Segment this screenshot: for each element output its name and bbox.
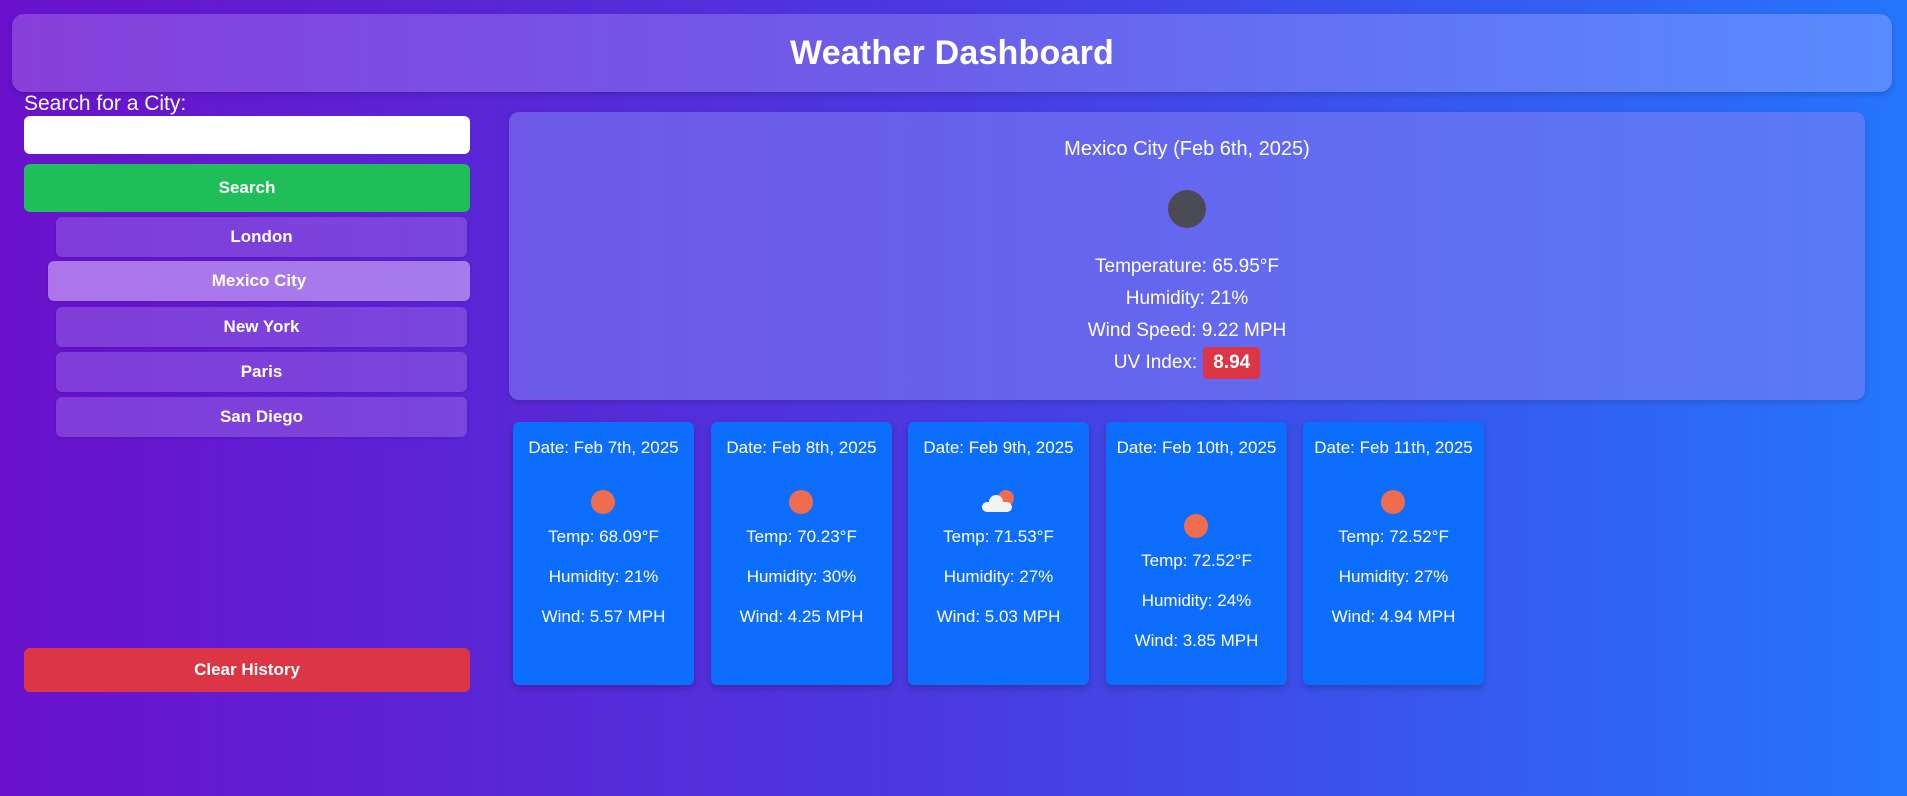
current-wind: Wind Speed: 9.22 MPH xyxy=(1087,320,1287,341)
forecast-humidity: Humidity: 24% xyxy=(1141,591,1252,610)
forecast-wind: Wind: 5.57 MPH xyxy=(541,607,666,626)
forecast-card: Date: Feb 7th, 2025 Temp: 68.09°F Humidi… xyxy=(513,422,694,685)
sidebar: Search for a City: Search London Mexico … xyxy=(24,92,470,692)
weather-icon xyxy=(1168,190,1206,228)
forecast-card: Date: Feb 9th, 2025 Temp: 71.53°F Humidi… xyxy=(908,422,1089,685)
forecast-temp: Temp: 72.52°F xyxy=(1141,551,1252,570)
forecast-humidity: Humidity: 27% xyxy=(1338,567,1449,586)
forecast-wind: Wind: 4.94 MPH xyxy=(1331,607,1456,626)
forecast-humidity: Humidity: 21% xyxy=(548,567,659,586)
forecast-temp: Temp: 72.52°F xyxy=(1338,527,1449,546)
forecast-humidity: Humidity: 30% xyxy=(746,567,857,586)
partly-cloudy-icon xyxy=(982,490,1014,514)
uv-badge: 8.94 xyxy=(1203,347,1261,379)
forecast-card: Date: Feb 8th, 2025 Temp: 70.23°F Humidi… xyxy=(711,422,892,685)
page-title: Weather Dashboard xyxy=(790,33,1114,72)
dashboard-header: Weather Dashboard xyxy=(12,14,1892,92)
current-humidity: Humidity: 21% xyxy=(1125,288,1249,309)
current-weather-panel: Mexico City (Feb 6th, 2025) Temperature:… xyxy=(509,112,1865,400)
forecast-temp: Temp: 68.09°F xyxy=(548,527,659,546)
sun-icon xyxy=(591,490,615,514)
history-item-paris[interactable]: Paris xyxy=(56,352,467,392)
sun-icon xyxy=(1184,514,1208,538)
history-item-new-york[interactable]: New York xyxy=(56,307,467,347)
history-item-london[interactable]: London xyxy=(56,217,467,257)
sun-icon xyxy=(1381,490,1405,514)
forecast-date: Date: Feb 8th, 2025 xyxy=(726,438,877,457)
forecast-card: Date: Feb 10th, 2025 Temp: 72.52°F Humid… xyxy=(1106,422,1287,685)
search-button[interactable]: Search xyxy=(24,164,470,212)
forecast-date: Date: Feb 7th, 2025 xyxy=(528,438,679,457)
forecast-date: Date: Feb 9th, 2025 xyxy=(923,438,1074,457)
history-item-mexico-city[interactable]: Mexico City xyxy=(48,261,470,301)
forecast-wind: Wind: 3.85 MPH xyxy=(1134,631,1259,650)
history-item-san-diego[interactable]: San Diego xyxy=(56,397,467,437)
sun-icon xyxy=(789,490,813,514)
forecast-wind: Wind: 4.25 MPH xyxy=(739,607,864,626)
forecast-date: Date: Feb 11th, 2025 xyxy=(1314,438,1473,457)
forecast-date: Date: Feb 10th, 2025 xyxy=(1116,438,1277,457)
current-temperature: Temperature: 65.95°F xyxy=(1095,256,1279,277)
forecast-temp: Temp: 70.23°F xyxy=(746,527,857,546)
current-uv: UV Index: 8.94 xyxy=(509,347,1865,379)
current-city-date: Mexico City (Feb 6th, 2025) xyxy=(1064,138,1310,160)
uv-label: UV Index: xyxy=(1113,352,1198,373)
search-label: Search for a City: xyxy=(24,92,187,115)
forecast-wind: Wind: 5.03 MPH xyxy=(936,607,1061,626)
search-input[interactable] xyxy=(24,116,470,154)
clear-history-button[interactable]: Clear History xyxy=(24,648,470,692)
forecast-humidity: Humidity: 27% xyxy=(943,567,1054,586)
forecast-card: Date: Feb 11th, 2025 Temp: 72.52°F Humid… xyxy=(1303,422,1484,685)
forecast-temp: Temp: 71.53°F xyxy=(943,527,1054,546)
